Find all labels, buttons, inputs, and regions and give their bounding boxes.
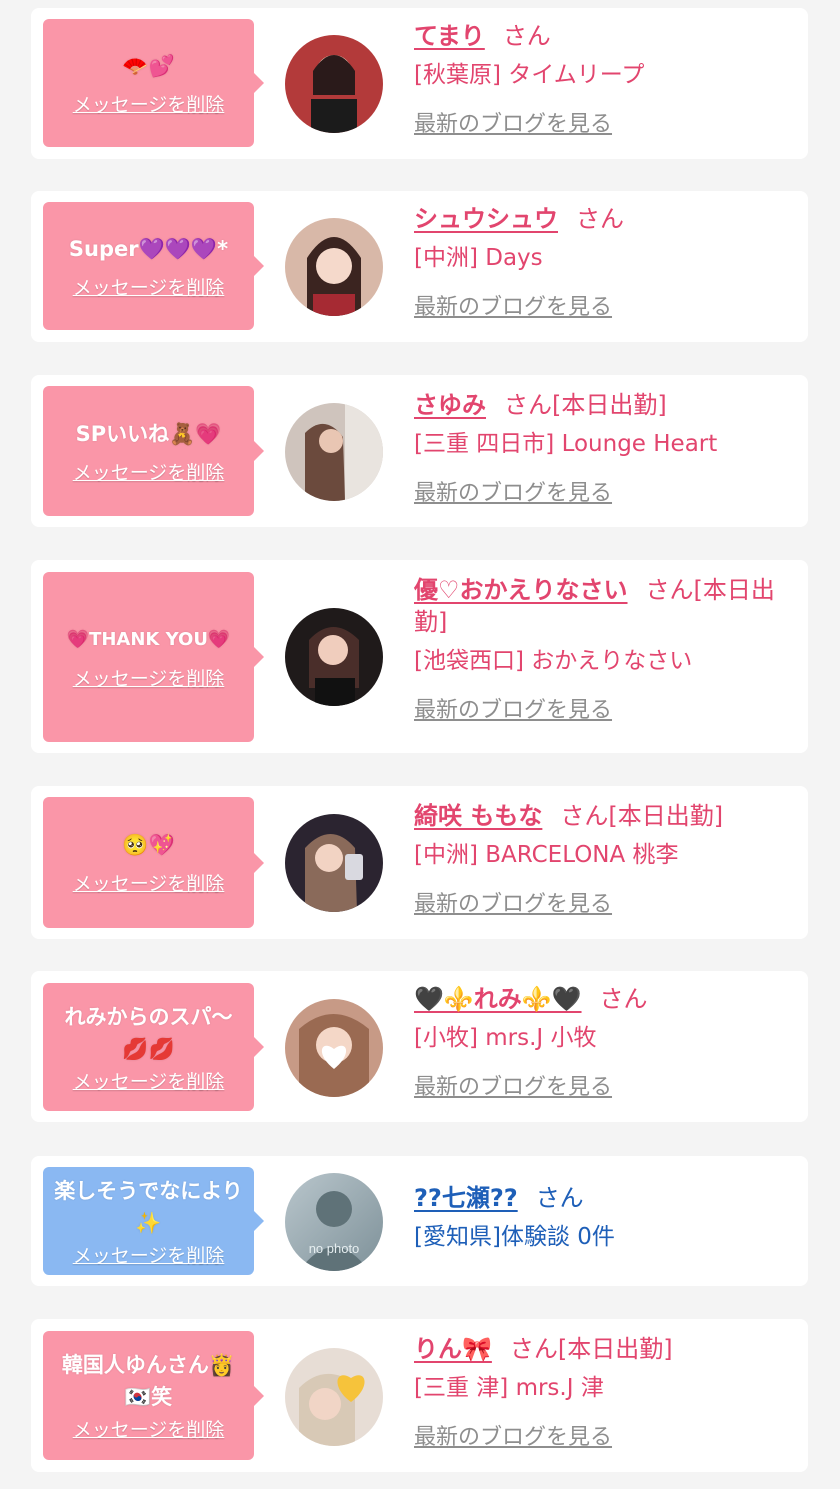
avatar[interactable] bbox=[285, 35, 383, 133]
list-item: Super💜💜💜* メッセージを削除 シュウシュウ さん [中洲] Days 最新… bbox=[31, 191, 808, 342]
stamp-bubble: 🥺💖 メッセージを削除 bbox=[43, 797, 264, 928]
list-item: 楽しそうでなにより✨ メッセージを削除 no photo ??七瀬?? さん [… bbox=[31, 1156, 808, 1286]
info-block: 優♡おかえりなさい さん[本日出勤] [池袋西口] おかえりなさい 最新のブログを… bbox=[414, 574, 794, 724]
list-item: 💗THANK YOU💗 メッセージを削除 優♡おかえりなさい さん[本日出勤] [… bbox=[31, 560, 808, 753]
shop-label: [三重 津] mrs.J 津 bbox=[414, 1375, 604, 1401]
stamp-bubble: Super💜💜💜* メッセージを削除 bbox=[43, 202, 264, 330]
latest-blog-link[interactable]: 最新のブログを見る bbox=[414, 886, 794, 918]
latest-blog-link[interactable]: 最新のブログを見る bbox=[414, 692, 794, 724]
info-block: りん🎀 さん[本日出勤] [三重 津] mrs.J 津 最新のブログを見る bbox=[414, 1333, 794, 1451]
latest-blog-link[interactable]: 最新のブログを見る bbox=[414, 106, 794, 138]
avatar[interactable] bbox=[285, 403, 383, 501]
shop-label: [小牧] mrs.J 小牧 bbox=[414, 1025, 597, 1051]
delete-message-link[interactable]: メッセージを削除 bbox=[73, 1415, 225, 1442]
san-label: さん bbox=[560, 802, 609, 830]
profile-name-link[interactable]: 優♡おかえりなさい bbox=[414, 576, 628, 604]
avatar-image bbox=[285, 1348, 383, 1446]
profile-name-link[interactable]: 🖤⚜️れみ⚜️🖤 bbox=[414, 985, 582, 1013]
stamp-bubble: 楽しそうでなにより✨ メッセージを削除 bbox=[43, 1167, 264, 1275]
shop-label: [三重 四日市] Lounge Heart bbox=[414, 431, 718, 457]
delete-message-link[interactable]: メッセージを削除 bbox=[73, 1067, 225, 1094]
shop-label: [中洲] Days bbox=[414, 245, 543, 271]
san-label: さん bbox=[535, 1184, 584, 1212]
stamp-text: 楽しそうでなにより✨ bbox=[54, 1178, 243, 1235]
list-item: れみからのスパ〜💋💋 メッセージを削除 🖤⚜️れみ⚜️🖤 さん [小牧] mrs.… bbox=[31, 971, 808, 1122]
list-item: 🪭💕 メッセージを削除 てまり さん [秋葉原] タイムリープ 最新のブログを見る bbox=[31, 8, 808, 159]
stamp-text: 🪭💕 bbox=[122, 53, 175, 78]
delete-message-link[interactable]: メッセージを削除 bbox=[73, 869, 225, 896]
avatar-image bbox=[285, 999, 383, 1097]
status-label: [本日出勤] bbox=[608, 802, 724, 830]
info-block: シュウシュウ さん [中洲] Days 最新のブログを見る bbox=[414, 203, 794, 321]
profile-name-link[interactable]: てまり bbox=[414, 22, 485, 50]
profile-name-link[interactable]: ??七瀬?? bbox=[414, 1184, 518, 1212]
avatar-image bbox=[285, 35, 383, 133]
avatar[interactable] bbox=[285, 999, 383, 1097]
san-label: さん bbox=[509, 1335, 558, 1363]
delete-message-link[interactable]: メッセージを削除 bbox=[73, 90, 225, 117]
delete-message-link[interactable]: メッセージを削除 bbox=[73, 664, 225, 691]
shop-label: [秋葉原] タイムリープ bbox=[414, 62, 645, 88]
stamp-text: れみからのスパ〜💋💋 bbox=[64, 1004, 233, 1061]
latest-blog-link[interactable]: 最新のブログを見る bbox=[414, 1069, 794, 1101]
stamp-text: SPいいね🧸💗 bbox=[75, 421, 222, 446]
delete-message-link[interactable]: メッセージを削除 bbox=[73, 273, 225, 300]
info-block: 🖤⚜️れみ⚜️🖤 さん [小牧] mrs.J 小牧 最新のブログを見る bbox=[414, 983, 794, 1101]
info-block: さゆみ さん[本日出勤] [三重 四日市] Lounge Heart 最新のブログ… bbox=[414, 389, 794, 507]
profile-name-link[interactable]: 綺咲 ももな bbox=[414, 802, 542, 830]
avatar-image bbox=[285, 608, 383, 706]
avatar[interactable] bbox=[285, 608, 383, 706]
profile-name-link[interactable]: りん🎀 bbox=[414, 1335, 492, 1363]
stamp-text: Super💜💜💜* bbox=[68, 236, 229, 261]
stamp-bubble: 🪭💕 メッセージを削除 bbox=[43, 19, 264, 147]
latest-blog-link[interactable]: 最新のブログを見る bbox=[414, 289, 794, 321]
list-item: 韓国人ゆんさん👸🇰🇷笑 メッセージを削除 りん🎀 さん[本日出勤] [三重 津] … bbox=[31, 1319, 808, 1472]
avatar[interactable] bbox=[285, 218, 383, 316]
profile-name-link[interactable]: さゆみ bbox=[414, 391, 486, 419]
avatar[interactable] bbox=[285, 1348, 383, 1446]
info-block: てまり さん [秋葉原] タイムリープ 最新のブログを見る bbox=[414, 20, 794, 138]
avatar[interactable] bbox=[285, 814, 383, 912]
avatar-image bbox=[285, 403, 383, 501]
no-photo-avatar: no photo bbox=[285, 1173, 383, 1271]
stamp-text: 💗THANK YOU💗 bbox=[66, 628, 231, 650]
no-photo-text: no photo bbox=[309, 1241, 360, 1256]
stamp-text: 韓国人ゆんさん👸🇰🇷笑 bbox=[61, 1353, 236, 1409]
shop-label: [池袋西口] おかえりなさい bbox=[414, 648, 693, 674]
san-label: さん bbox=[645, 576, 694, 604]
latest-blog-link[interactable]: 最新のブログを見る bbox=[414, 1419, 794, 1451]
list-item: 🥺💖 メッセージを削除 綺咲 ももな さん[本日出勤] [中洲] BARCELON… bbox=[31, 786, 808, 939]
san-label: さん bbox=[504, 391, 552, 419]
avatar-image bbox=[285, 814, 383, 912]
message-list: 🪭💕 メッセージを削除 てまり さん [秋葉原] タイムリープ 最新のブログを見る… bbox=[0, 0, 840, 1489]
delete-message-link[interactable]: メッセージを削除 bbox=[73, 458, 225, 485]
san-label: さん bbox=[576, 205, 624, 233]
list-item: SPいいね🧸💗 メッセージを削除 さゆみ さん[本日出勤] [三重 四日市] Lo… bbox=[31, 375, 808, 527]
avatar-image bbox=[285, 218, 383, 316]
san-label: さん bbox=[502, 22, 551, 50]
status-label: [本日出勤] bbox=[552, 391, 667, 419]
avatar[interactable]: no photo bbox=[285, 1173, 383, 1271]
stamp-text: 🥺💖 bbox=[122, 833, 175, 857]
shop-label: [愛知県]体験談 0件 bbox=[414, 1224, 615, 1250]
san-label: さん bbox=[599, 985, 648, 1013]
stamp-bubble: れみからのスパ〜💋💋 メッセージを削除 bbox=[43, 983, 264, 1111]
stamp-bubble: 💗THANK YOU💗 メッセージを削除 bbox=[43, 572, 264, 742]
profile-name-link[interactable]: シュウシュウ bbox=[414, 205, 558, 233]
info-block: 綺咲 ももな さん[本日出勤] [中洲] BARCELONA 桃李 最新のブログを… bbox=[414, 800, 794, 918]
stamp-bubble: 韓国人ゆんさん👸🇰🇷笑 メッセージを削除 bbox=[43, 1331, 264, 1460]
delete-message-link[interactable]: メッセージを削除 bbox=[73, 1241, 225, 1268]
stamp-bubble: SPいいね🧸💗 メッセージを削除 bbox=[43, 386, 264, 516]
shop-label: [中洲] BARCELONA 桃李 bbox=[414, 842, 679, 868]
info-block: ??七瀬?? さん [愛知県]体験談 0件 bbox=[414, 1182, 794, 1254]
latest-blog-link[interactable]: 最新のブログを見る bbox=[414, 475, 794, 507]
status-label: [本日出勤] bbox=[557, 1335, 673, 1363]
